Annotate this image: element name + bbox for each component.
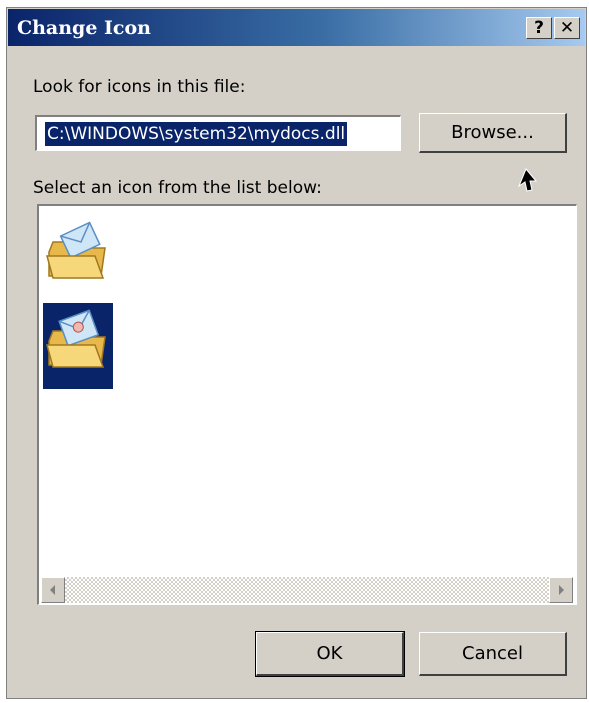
file-path-text: C:\WINDOWS\system32\mydocs.dll [45,122,348,146]
help-button[interactable]: ? [526,17,552,39]
icon-list[interactable] [37,204,577,605]
file-label: Look for icons in this file: [33,77,246,97]
close-button[interactable]: ✕ [554,17,580,39]
arrow-right-icon [559,585,564,595]
scroll-right-button[interactable] [549,577,573,603]
title-bar[interactable]: Change Icon ? ✕ [8,9,585,46]
icon-list-item[interactable] [43,212,113,298]
folder-person-icon [46,309,106,368]
window-title: Change Icon [17,17,151,39]
browse-button[interactable]: Browse... [419,113,567,153]
horizontal-scrollbar[interactable] [41,577,573,603]
arrow-left-icon [50,585,55,595]
cancel-button[interactable]: Cancel [419,632,567,676]
list-label: Select an icon from the list below: [33,178,322,198]
change-icon-dialog: Change Icon ? ✕ Look for icons in this f… [6,7,587,699]
scroll-left-button[interactable] [41,577,65,603]
file-path-input[interactable]: C:\WINDOWS\system32\mydocs.dll [35,115,401,151]
mouse-pointer-icon [517,168,537,192]
folder-envelope-icon [46,221,106,279]
ok-button[interactable]: OK [255,631,405,677]
icon-list-item-selected[interactable] [43,303,113,389]
